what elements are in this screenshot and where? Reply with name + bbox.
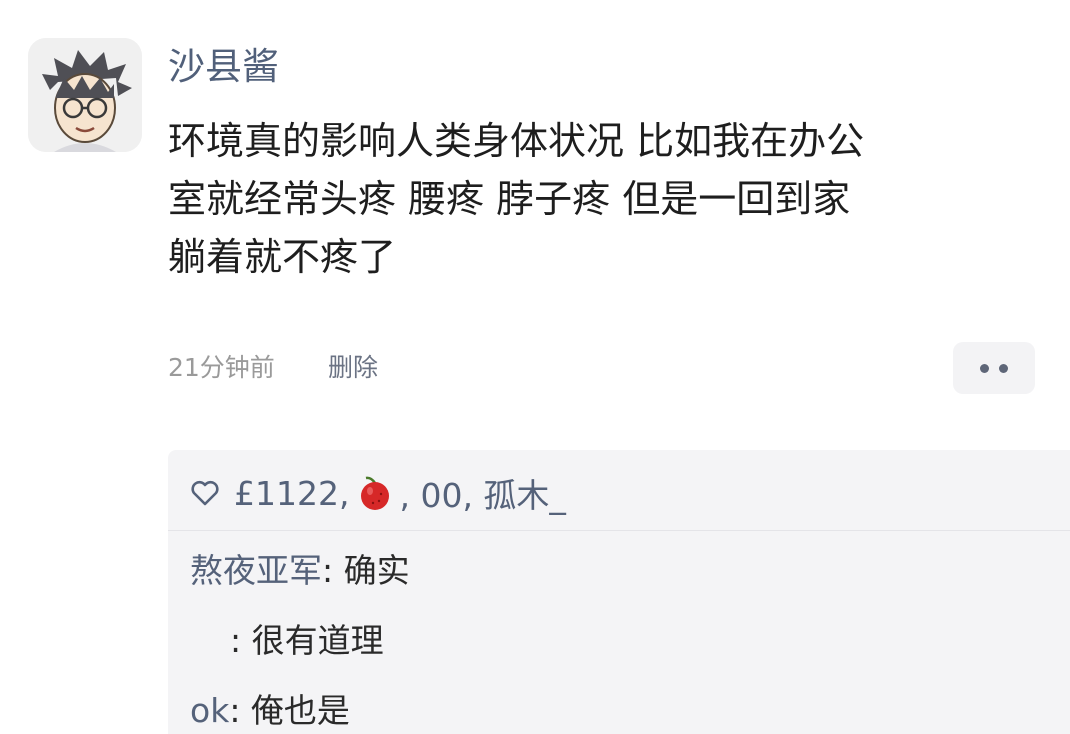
comment-item[interactable]: ok: 俺也是: [190, 688, 350, 734]
post-text: 环境真的影响人类身体状况 比如我在办公 室就经常头疼 腰疼 脖子疼 但是一回到家…: [168, 112, 1048, 286]
red-apple-icon: [361, 476, 390, 510]
likes-comments-panel: £1122, , 00, 孤木_ 熬夜亚军: 确实 : 很有道理 ok: 俺也是: [168, 450, 1070, 734]
moments-post: 沙县酱 环境真的影响人类身体状况 比如我在办公 室就经常头疼 腰疼 脖子疼 但是…: [0, 0, 1070, 734]
comment-author[interactable]: ok: [190, 691, 229, 730]
post-text-line: 躺着就不疼了: [168, 235, 397, 279]
cartoon-boy-avatar-icon: [28, 38, 142, 152]
comment-text: 确实: [343, 551, 410, 590]
comment-author[interactable]: 熬夜亚军: [190, 551, 322, 590]
comment-separator: :: [229, 691, 251, 730]
likes-names-end[interactable]: , 00, 孤木_: [399, 469, 565, 517]
more-actions-button[interactable]: [953, 342, 1035, 394]
post-text-line: 室就经常头疼 腰疼 脖子疼 但是一回到家: [168, 177, 851, 221]
post-author-name[interactable]: 沙县酱: [168, 42, 279, 92]
post-timestamp: 21分钟前: [168, 353, 275, 382]
likes-row: £1122, , 00, 孤木_: [190, 468, 566, 518]
comment-text: 很有道理: [251, 621, 384, 660]
heart-outline-icon: [191, 480, 219, 506]
comment-text: 俺也是: [250, 691, 350, 730]
comment-separator: :: [230, 621, 252, 660]
comment-item[interactable]: : 很有道理: [230, 618, 384, 664]
more-dot-icon: [980, 363, 989, 373]
more-dot-icon: [999, 363, 1008, 373]
post-text-line: 环境真的影响人类身体状况 比如我在办公: [168, 119, 865, 163]
avatar[interactable]: [28, 38, 142, 152]
likes-names-start[interactable]: £1122,: [234, 474, 349, 513]
comment-separator: :: [322, 551, 344, 590]
divider: [168, 530, 1070, 531]
comment-item[interactable]: 熬夜亚军: 确实: [190, 548, 410, 594]
delete-button[interactable]: 删除: [328, 350, 378, 386]
